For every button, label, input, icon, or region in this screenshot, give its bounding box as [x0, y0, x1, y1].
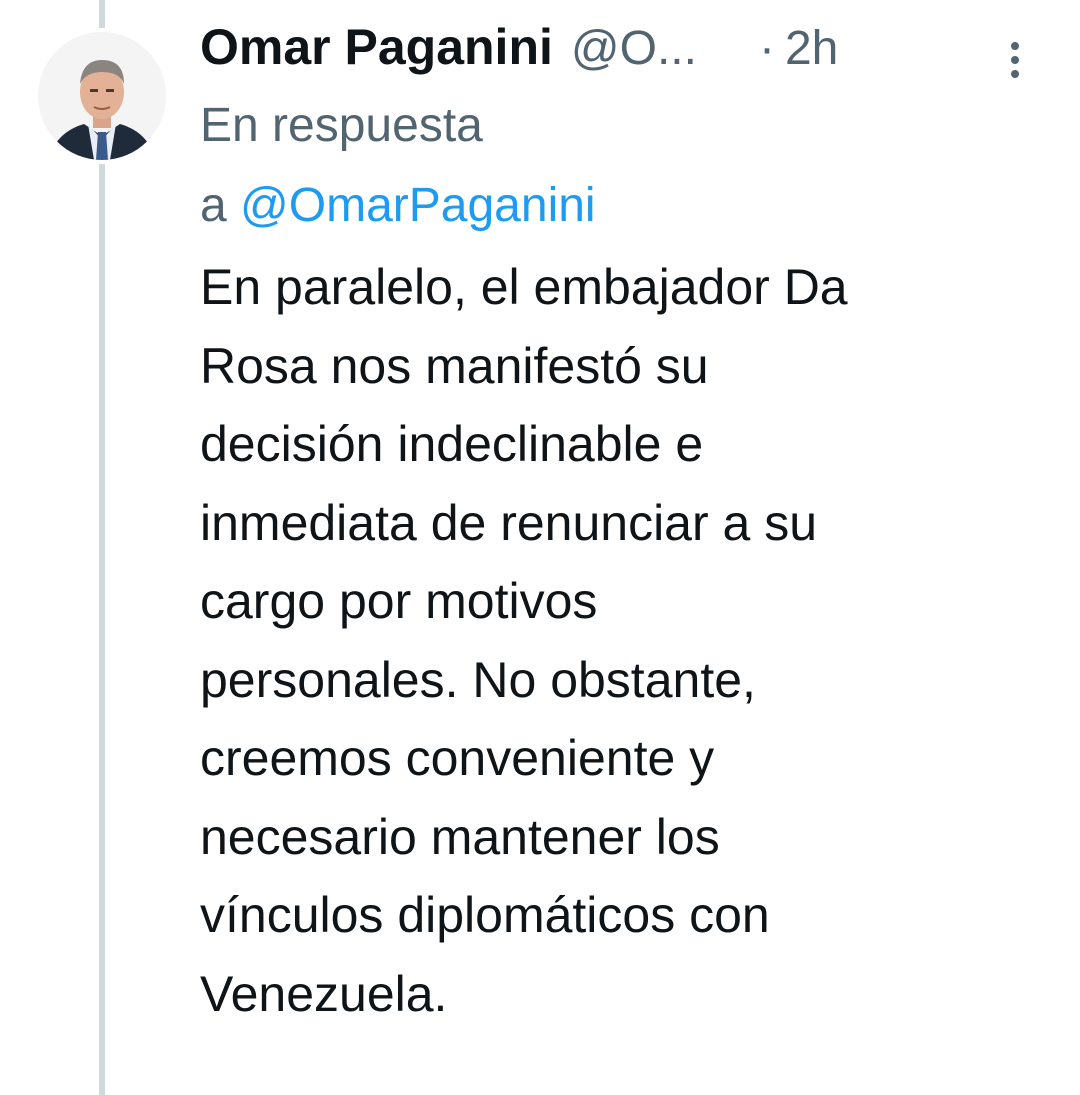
reply-prefix-a: a — [200, 179, 227, 232]
vertical-ellipsis-icon[interactable] — [1008, 40, 1022, 80]
author-handle[interactable]: @O... — [571, 21, 697, 76]
tweet-text: En paralelo, el embajador Da Rosa nos ma… — [200, 259, 848, 1022]
profile-photo-icon — [38, 32, 166, 160]
tweet-timestamp[interactable]: 2h — [785, 21, 838, 76]
timestamp-separator: · — [758, 22, 775, 75]
avatar[interactable] — [38, 32, 166, 160]
reply-prefix-line1: En respuesta — [200, 99, 483, 152]
tweet-content: Omar Paganini @O... · 2h En respuesta a … — [200, 18, 1040, 1033]
reply-to-mention[interactable]: @OmarPaganini — [240, 179, 596, 232]
tweet-header: Omar Paganini @O... · 2h — [200, 18, 1040, 86]
reply-prefix-line2: a @OmarPaganini — [200, 166, 1040, 246]
thread-connector-line — [99, 0, 105, 1095]
author-display-name[interactable]: Omar Paganini — [200, 18, 553, 76]
reply-context: En respuesta a @OmarPaganini — [200, 86, 1040, 246]
